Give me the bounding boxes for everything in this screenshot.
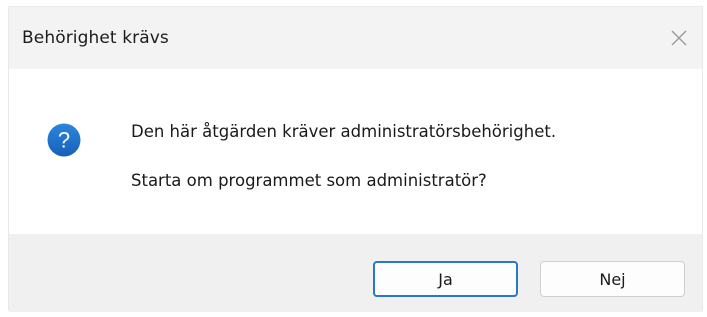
dialog-title: Behörighet krävs [22, 28, 169, 48]
message-line-2: Starta om programmet som administratör? [131, 171, 487, 190]
question-icon: ? [47, 123, 81, 157]
svg-text:?: ? [58, 128, 70, 153]
button-bar: Ja Nej [9, 234, 702, 312]
yes-button[interactable]: Ja [373, 261, 518, 297]
dialog-body: ? Den här åtgärden kräver administratörs… [9, 69, 702, 234]
close-icon [671, 30, 687, 46]
close-button[interactable] [656, 7, 702, 69]
permission-dialog: Behörighet krävs ? Den här åtgärden kräv… [8, 6, 703, 312]
no-button[interactable]: Nej [540, 261, 685, 297]
title-bar: Behörighet krävs [9, 7, 702, 69]
message-line-1: Den här åtgärden kräver administratörsbe… [131, 122, 557, 141]
